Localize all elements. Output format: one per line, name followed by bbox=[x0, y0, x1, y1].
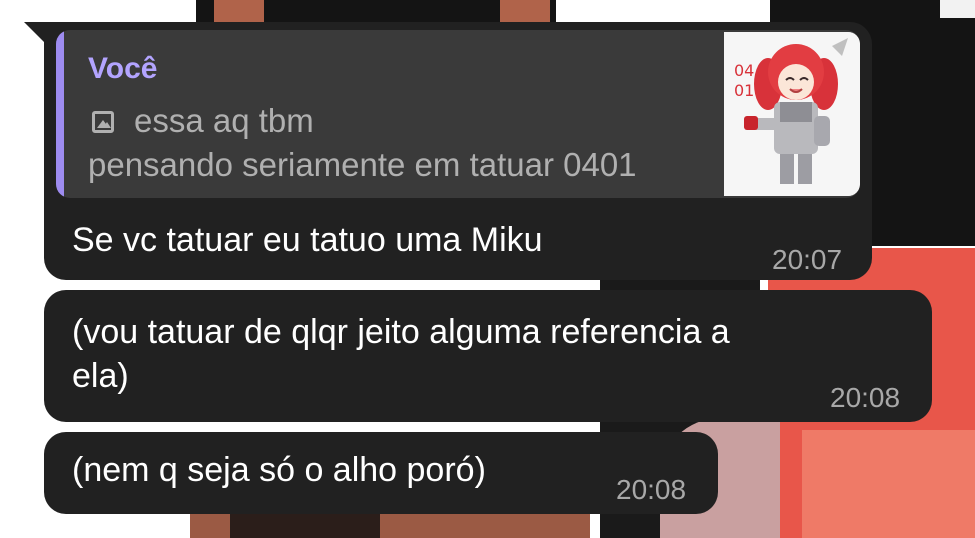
wallpaper-shape bbox=[802, 430, 975, 538]
message-text: Se vc tatuar eu tatuo uma Miku bbox=[72, 221, 543, 259]
message-text: (nem q seja só o alho poró) bbox=[72, 451, 486, 489]
reply-caption: essa aq tbm bbox=[134, 102, 314, 139]
thumb-01-text: 01 bbox=[734, 81, 754, 100]
message-text: (vou tatuar de qlqr jeito alguma referen… bbox=[72, 313, 730, 395]
message-bubble[interactable]: (nem q seja só o alho poró) 20:08 bbox=[44, 432, 718, 514]
reply-caption-line2: pensando seriamente em tatuar 0401 bbox=[88, 146, 637, 183]
wallpaper-shape bbox=[500, 0, 550, 24]
message-time: 20:08 bbox=[616, 474, 687, 505]
image-icon bbox=[92, 111, 114, 133]
wallpaper-shape bbox=[230, 510, 380, 538]
message-bubble[interactable]: (vou tatuar de qlqr jeito alguma referen… bbox=[44, 290, 932, 422]
reply-accent-bar bbox=[56, 30, 64, 198]
reply-author: Você bbox=[88, 52, 158, 85]
anime-girl-thumbnail-image: 04 01 bbox=[724, 32, 860, 196]
wallpaper-shape bbox=[214, 0, 264, 24]
thumb-04-text: 04 bbox=[734, 61, 754, 80]
wallpaper-shape bbox=[940, 0, 975, 18]
bubble-tail bbox=[24, 22, 46, 44]
message-time: 20:07 bbox=[772, 244, 843, 275]
message-time: 20:08 bbox=[830, 382, 901, 413]
reply-thumbnail[interactable]: 04 01 bbox=[724, 32, 860, 196]
message-bubble[interactable]: Você essa aq tbm pensando seriamente em … bbox=[44, 22, 872, 280]
reply-preview[interactable]: Você essa aq tbm pensando seriamente em … bbox=[56, 30, 860, 198]
